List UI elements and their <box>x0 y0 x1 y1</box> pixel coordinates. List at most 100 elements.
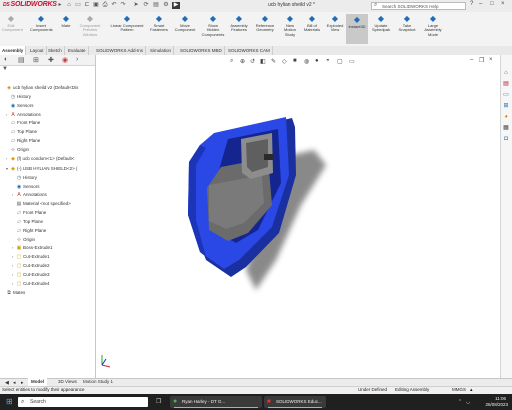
previous-view-icon[interactable]: ↺ <box>250 58 255 65</box>
tree-item[interactable]: ⊹ Origin <box>6 146 29 154</box>
section-view-icon[interactable]: ◧ <box>260 58 266 65</box>
tab-solidworks-cam[interactable]: SOLIDWORKS CAM <box>226 46 273 55</box>
hide-show-icon[interactable]: ◍ <box>304 58 309 65</box>
display-style-icon[interactable]: ■ <box>293 58 297 64</box>
custom-properties-icon[interactable]: ▦ <box>502 124 510 132</box>
system-tray-chevron-icon[interactable]: ⌃ <box>458 394 462 410</box>
viewport-minimize-icon[interactable]: – <box>470 57 473 63</box>
taskbar-app-solidworks[interactable]: ■ SOLIDWORKS Educ... <box>264 396 326 408</box>
smart-fasteners-button[interactable]: ◆ Smart Fasteners <box>148 13 170 33</box>
tree-item[interactable]: › ▢ Cut-Extrude1 <box>12 253 50 261</box>
reference-geometry-button[interactable]: ◆ Reference Geometry <box>254 13 276 33</box>
tree-item[interactable]: ▱ Top Plane <box>12 218 43 226</box>
new-file-icon[interactable]: ▭ <box>75 2 81 9</box>
status-units[interactable]: MMGS <box>452 386 466 394</box>
tree-item[interactable]: ◷ History <box>6 93 31 101</box>
rebuild-icon[interactable]: ⟳ <box>143 2 149 9</box>
help-icon[interactable]: ? <box>470 1 473 7</box>
dimxpert-icon[interactable]: ✚ <box>48 56 54 64</box>
file-properties-icon[interactable]: ▤ <box>153 2 159 9</box>
units-dropdown-icon[interactable]: ▴ <box>470 386 473 394</box>
tab-simulation[interactable]: Simulation <box>148 46 175 55</box>
move-component-button[interactable]: ◆ Move Component <box>174 13 196 33</box>
view-palette-icon[interactable]: ⊞ <box>502 102 510 110</box>
view-settings-icon[interactable]: ▢ <box>337 58 343 65</box>
exploded-view-button[interactable]: ◆ Exploded View <box>324 13 346 33</box>
large-assembly-button[interactable]: ◆ Large Assembly Mode <box>420 13 446 37</box>
tree-item[interactable]: ◉ Sensors <box>12 183 40 191</box>
file-explorer-icon[interactable]: ▭ <box>502 91 510 99</box>
undo-icon[interactable]: ↶ <box>111 2 117 9</box>
view-orientation-icon[interactable]: ◇ <box>282 58 287 65</box>
tree-item[interactable]: ⧉ Mates <box>2 289 25 297</box>
minimize-icon[interactable]: – <box>479 1 482 7</box>
solidworks-resources-icon[interactable]: ⌂ <box>502 69 510 77</box>
show-hidden-button[interactable]: ◆ Show Hidden Components <box>200 13 226 37</box>
forum-icon[interactable]: ◘ <box>502 135 510 143</box>
select-icon[interactable]: ➤ <box>133 2 139 9</box>
save-icon[interactable]: ▣ <box>93 2 99 9</box>
tree-item[interactable]: › ▢ Cut-Extrude2 <box>12 262 50 270</box>
feature-tree-icon[interactable]: ◐ <box>4 56 8 63</box>
display-manager-icon[interactable]: ◉ <box>62 56 68 64</box>
dynamic-annotation-icon[interactable]: ✎ <box>271 58 276 65</box>
zoom-to-fit-icon[interactable]: ⌕ <box>230 58 233 65</box>
search-input[interactable]: Search SOLIDWORKS Help <box>371 2 466 10</box>
instant3d-button[interactable]: ◆ Instant3D <box>346 14 368 44</box>
home-icon[interactable]: ⌂ <box>66 2 72 9</box>
tab-layout[interactable]: Layout <box>28 46 47 55</box>
maximize-icon[interactable]: □ <box>490 1 494 7</box>
edit-component-button[interactable]: ◆ Edit Component <box>2 13 23 33</box>
appearances-icon[interactable]: ◕ <box>502 113 510 121</box>
tab-evaluate[interactable]: Evaluate <box>66 46 89 55</box>
zoom-area-icon[interactable]: ⊕ <box>240 58 245 65</box>
tab-assembly[interactable]: Assembly <box>0 46 27 55</box>
tree-item[interactable]: › ◆ (f) ucb condom<1> (Default< <box>6 155 74 163</box>
network-icon[interactable]: ◡ <box>466 394 470 410</box>
bottom-tab-3d-views[interactable]: 3D Views <box>55 378 80 386</box>
graphics-area[interactable] <box>96 55 500 378</box>
redo-icon[interactable]: ↷ <box>120 2 126 9</box>
viewport-restore-icon[interactable]: ❐ <box>479 57 484 64</box>
options-icon[interactable]: ⚙ <box>163 2 169 9</box>
assembly-features-button[interactable]: ◆ Assembly Features <box>228 13 250 33</box>
viewport-close-icon[interactable]: × <box>489 57 493 63</box>
edit-appearance-icon[interactable]: ● <box>315 58 319 64</box>
monitor-icon[interactable]: ▭ <box>349 58 355 65</box>
tree-item[interactable]: › ▢ Cut-Extrude3 <box>12 271 50 279</box>
bottom-tab-model[interactable]: Model <box>28 378 47 386</box>
tree-item[interactable]: ▱ Right Plane <box>12 227 46 235</box>
configuration-manager-icon[interactable]: ⊞ <box>33 56 39 64</box>
new-motion-study-button[interactable]: ◆ New Motion Study <box>280 13 300 37</box>
tree-item[interactable]: ▾ ◆ (-) USB HYLIAN SHIELD<2> ( <box>6 165 78 173</box>
solidworks-logo[interactable]: DSSOLIDWORKS <box>3 1 57 8</box>
expand-panel-icon[interactable]: › <box>76 56 78 63</box>
tree-item[interactable]: › A Annotations <box>12 191 47 199</box>
tree-item[interactable]: ▱ Front Plane <box>6 119 40 127</box>
bill-of-materials-button[interactable]: ◆ Bill of Materials <box>302 13 322 33</box>
windows-start-icon[interactable]: ⊞ <box>6 394 13 410</box>
tab-solidworks-mbd[interactable]: SOLIDWORKS MBD <box>178 46 225 55</box>
close-icon[interactable]: × <box>501 1 505 7</box>
mate-button[interactable]: ◆ Mate <box>58 13 74 28</box>
linear-pattern-button[interactable]: ◆ Linear Component Pattern <box>108 13 146 33</box>
tree-item[interactable]: ▱ Top Plane <box>6 128 37 136</box>
update-speedpak-button[interactable]: ◆ Update Speedpak <box>370 13 392 33</box>
arrow-right-icon[interactable]: ▸ <box>57 2 63 9</box>
filter-icon[interactable]: ▼ <box>2 66 8 72</box>
print-icon[interactable]: ⎙ <box>102 2 108 9</box>
tree-item[interactable]: › ▣ Boss-Extrude1 <box>12 244 53 252</box>
taskbar-app-chrome[interactable]: ● Ryan Harley - DT G... <box>170 396 262 408</box>
tree-item[interactable]: ◉ Sensors <box>6 102 34 110</box>
insert-components-button[interactable]: ◆ Insert Components <box>30 13 53 33</box>
tree-item[interactable]: ▱ Front Plane <box>12 209 46 217</box>
design-library-icon[interactable]: ▤ <box>502 80 510 88</box>
bottom-tab-motion-study-1[interactable]: Motion Study 1 <box>80 378 116 386</box>
clock-time[interactable]: 11:06 <box>478 396 506 401</box>
tree-item[interactable]: ⊹ Origin <box>12 236 35 244</box>
clock-date[interactable]: 26/08/2023 <box>474 402 508 407</box>
tab-sketch[interactable]: Sketch <box>46 46 65 55</box>
play-icon[interactable]: ▶ <box>172 2 180 9</box>
take-snapshot-button[interactable]: ◆ Take Snapshot <box>396 13 418 33</box>
open-file-icon[interactable]: ⊏ <box>84 2 90 9</box>
